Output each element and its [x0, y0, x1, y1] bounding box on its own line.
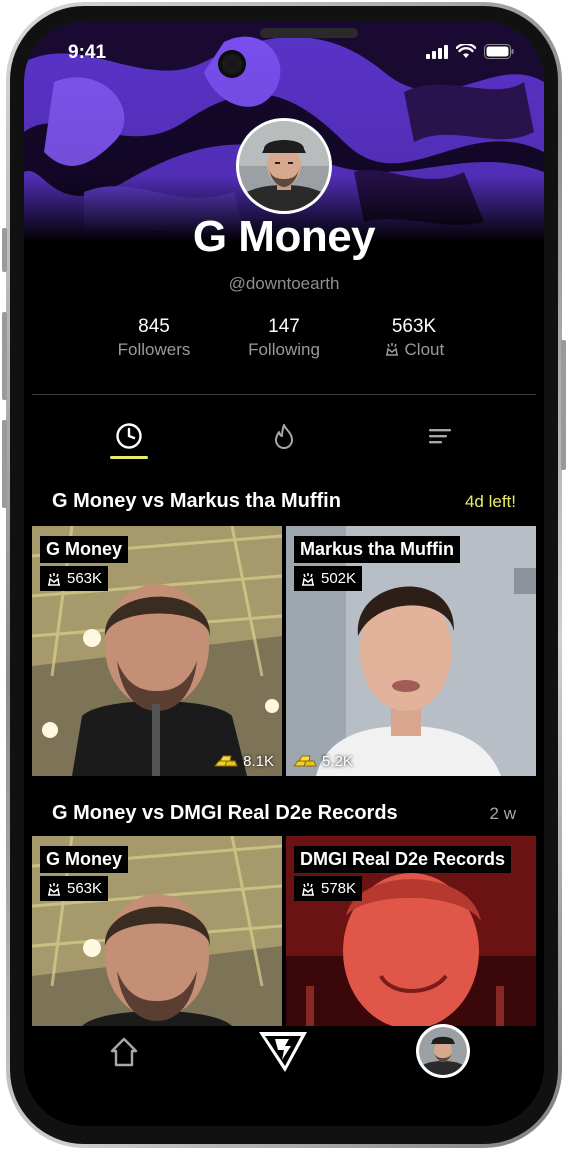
profile-handle: @downtoearth [228, 274, 340, 293]
battle-header[interactable]: G Money vs Markus tha Muffin 4d left! [52, 490, 516, 513]
entry-name: DMGI Real D2e Records [294, 846, 512, 873]
gold-bars-icon [292, 755, 317, 767]
battle-title: G Money vs DMGI Real D2e Records [52, 802, 398, 824]
stat-value: 147 [268, 316, 300, 337]
bottom-nav [24, 1024, 544, 1126]
entry-clout: 563K [40, 876, 109, 901]
profile-stats: 845 Followers 147 Following 563K Clout [94, 316, 474, 360]
entry-clout-value: 563K [67, 880, 103, 897]
entry-name: G Money [40, 536, 129, 563]
nav-home[interactable] [102, 1030, 146, 1074]
list-icon [429, 429, 451, 444]
profile-name: G Money [192, 212, 376, 261]
battle-header[interactable]: G Money vs DMGI Real D2e Records 2 w [52, 802, 516, 825]
gold-bars-icon [214, 755, 238, 767]
profile-tabs [24, 416, 544, 466]
battery-icon [484, 44, 514, 59]
entry-clout: 578K [294, 876, 363, 901]
entry-name: Markus tha Muffin [294, 536, 461, 563]
tab-hot[interactable] [264, 416, 304, 456]
stat-label-wrap: Clout [354, 340, 474, 360]
power-button [561, 340, 566, 470]
volume-up-button [2, 312, 7, 400]
clout-icon [302, 572, 314, 586]
entry-photo [32, 526, 282, 776]
app-screen: 9:41 G Money @downtoearth 845 Followers … [24, 22, 544, 1126]
volume-down-button [2, 420, 7, 508]
battle-time-left: 4d left! [464, 491, 516, 511]
entry-tips-value: 8.1K [243, 752, 274, 770]
battle-title: G Money vs Markus tha Muffin [52, 490, 341, 512]
tab-list[interactable] [420, 416, 460, 456]
profile-avatar[interactable] [236, 118, 332, 214]
mute-switch [2, 228, 7, 272]
active-tab-indicator [110, 456, 148, 459]
status-bar: 9:41 [24, 42, 544, 68]
clout-icon [302, 882, 314, 896]
status-icons [426, 44, 514, 59]
home-icon [110, 1037, 138, 1067]
flame-icon [275, 424, 293, 449]
logo-icon [259, 1032, 307, 1072]
entry-clout-value: 578K [321, 880, 357, 897]
wifi-icon [456, 44, 476, 58]
battle-card[interactable]: G Money 563K 8.1K Markus tha Muffin 502K… [32, 526, 536, 776]
entry-tips-value: 5.2K [322, 752, 353, 770]
entry-clout-value: 502K [321, 570, 357, 587]
stat-following[interactable]: 147 Following [224, 316, 344, 360]
stat-label: Clout [404, 340, 445, 359]
section-divider [32, 394, 536, 395]
nav-profile[interactable] [416, 1024, 470, 1078]
stat-value: 563K [391, 316, 437, 337]
earpiece-speaker [260, 28, 358, 38]
battle-time-left: 2 w [489, 803, 516, 823]
cellular-signal-icon [426, 44, 448, 59]
battle-entry-right[interactable]: Markus tha Muffin 502K 5.2K [286, 526, 536, 776]
clout-icon [48, 572, 60, 586]
status-time: 9:41 [68, 42, 107, 63]
avatar-photo [239, 121, 329, 211]
stat-value: 845 [138, 316, 170, 337]
entry-clout: 563K [40, 566, 109, 591]
entry-clout: 502K [294, 566, 363, 591]
clock-icon [116, 423, 142, 449]
stat-label: Followers [117, 340, 191, 359]
avatar [419, 1027, 467, 1075]
stat-clout[interactable]: 563K Clout [354, 316, 474, 360]
nav-brand[interactable] [252, 1020, 314, 1082]
tab-recent[interactable] [109, 416, 149, 456]
entry-photo [286, 526, 536, 776]
clout-icon [385, 343, 398, 356]
battle-entry-left[interactable]: G Money 563K 8.1K [32, 526, 282, 776]
entry-name: G Money [40, 846, 129, 873]
entry-tips: 5.2K [292, 752, 353, 770]
stat-label: Following [248, 340, 320, 359]
entry-clout-value: 563K [67, 570, 103, 587]
entry-tips: 8.1K [213, 752, 274, 770]
stat-followers[interactable]: 845 Followers [94, 316, 214, 360]
clout-icon [48, 882, 60, 896]
